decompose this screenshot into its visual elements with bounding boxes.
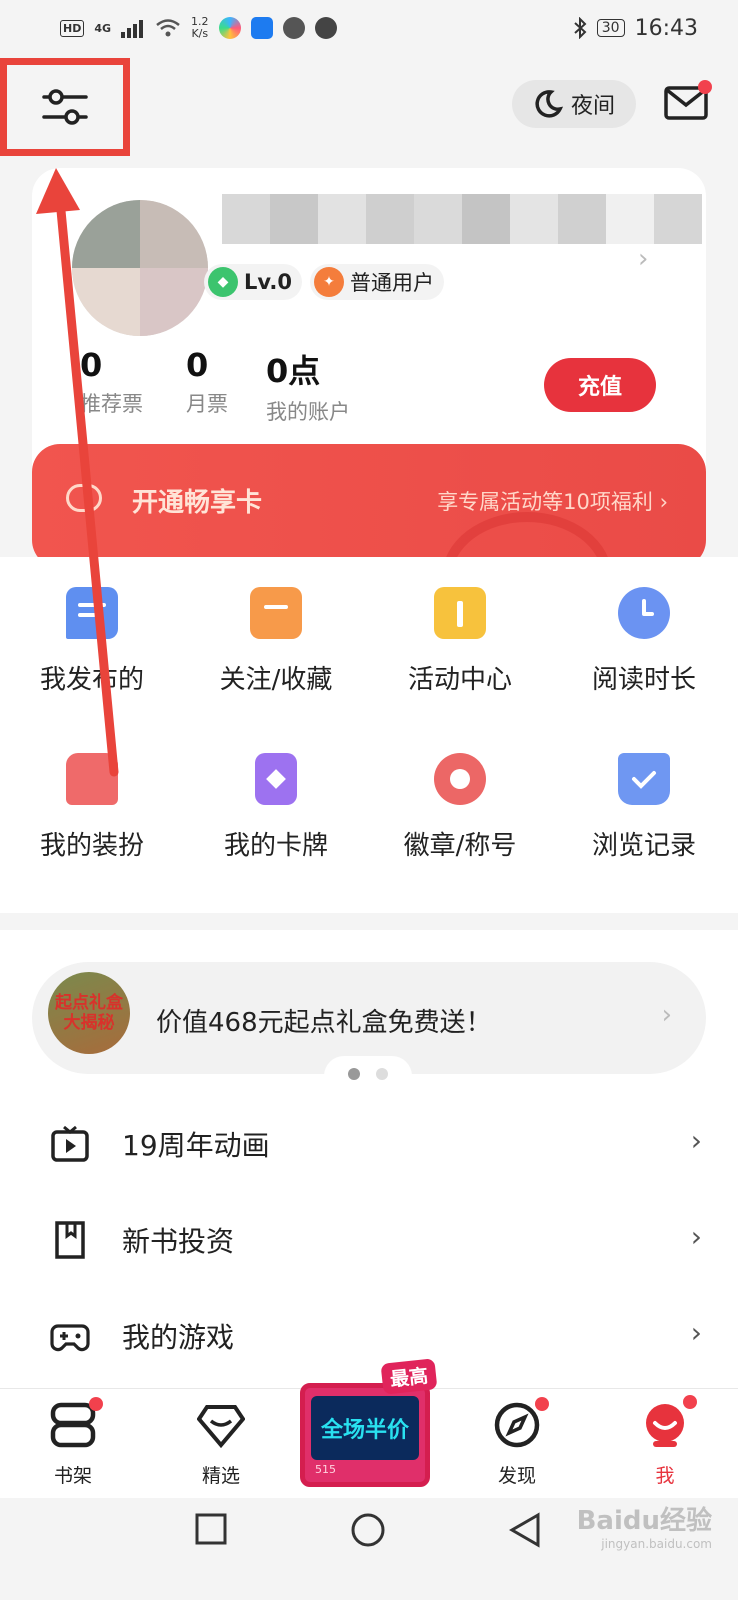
level-badge[interactable]: ◆ Lv.0 [204,264,302,300]
level-icon: ◆ [208,267,238,297]
recent-apps-icon[interactable] [194,1512,228,1546]
night-mode-label: 夜间 [570,94,615,119]
night-mode-button[interactable]: 夜间 [512,80,636,128]
app-icon-4 [314,17,337,39]
bookshelf-icon [49,1397,103,1449]
carousel-dots [324,1056,412,1096]
grid-item-my-outfit[interactable]: 我的装扮 [0,753,184,862]
stat-recommend-votes[interactable]: 0 推荐票 [80,346,143,418]
gift-icon [434,587,486,639]
card-icon [255,753,297,805]
grid-item-reading-time[interactable]: 阅读时长 [552,587,736,696]
list-item-new-book-investment[interactable]: 新书投资 › [0,1192,738,1288]
signal-icon [121,20,144,38]
nav-bookshelf[interactable]: 书架 [28,1397,118,1488]
baidu-watermark: Baidu经验 jingyan.baidu.com [576,1506,712,1551]
clock-icon [618,587,670,639]
carousel-dot[interactable] [376,1068,388,1080]
status-bar: HD 4G 1.2 K/s 30 16:43 [0,0,738,56]
list-item-anniversary-animation[interactable]: 19周年动画 › [0,1096,738,1192]
vip-description: 享专属活动等10项福利 › [437,490,668,514]
tv-promo-icon: 全场半价 515 [300,1383,430,1487]
medal-icon [434,753,486,805]
recharge-button[interactable]: 充值 [544,358,656,412]
nav-featured[interactable]: 精选 [176,1401,266,1488]
nav-badge [89,1397,103,1411]
menu-list-section: 起点礼盒 大揭秘 价值468元起点礼盒免费送！ › 19周年动画 › 新书投资 … [0,930,738,1420]
chat-bubble-icon [66,587,118,639]
folder-icon [250,587,302,639]
username-blurred [222,194,702,244]
nav-badge [535,1397,549,1411]
profile-face-icon [641,1395,697,1449]
profile-card[interactable]: ◆ Lv.0 ✦ 普通用户 › 0 推荐票 0 月票 0点 我的账户 充值 开通… [32,168,706,568]
bluetooth-icon [574,17,587,39]
user-type-icon: ✦ [314,267,344,297]
app-icon-3 [282,17,305,39]
tv-play-icon [51,1125,89,1162]
nav-me[interactable]: 我 [620,1395,710,1488]
vip-title: 开通畅享卡 [132,488,263,518]
half-price-promo-button[interactable]: 全场半价 515 最高 [300,1358,438,1493]
grid-item-activity-center[interactable]: 活动中心 [368,587,552,696]
mail-badge [698,80,712,94]
level-label: Lv.0 [244,270,292,294]
bottom-navigation: 书架 精选 全场半价 515 最高 发现 我 [0,1358,738,1498]
home-icon[interactable] [350,1512,386,1548]
clock-time: 16:43 [634,15,698,41]
chevron-right-icon: › [638,244,649,274]
tshirt-icon [66,753,118,805]
compass-icon [493,1397,549,1449]
grid-item-browse-history[interactable]: 浏览记录 [552,753,736,862]
grid-item-badges-titles[interactable]: 徽章/称号 [368,753,552,862]
network-type: 4G [94,21,112,35]
mail-button[interactable] [664,80,712,124]
chevron-right-icon: › [661,1000,672,1030]
app-icon-1 [218,17,241,39]
grid-item-my-cards[interactable]: 我的卡牌 [184,753,368,862]
vip-card-banner[interactable]: 开通畅享卡 享专属活动等10项福利 › [32,444,706,568]
moon-icon [535,90,563,118]
promo-tag: 最高 [380,1358,438,1395]
bookmark-check-icon [618,753,670,805]
battery-icon: 30 [596,19,625,37]
carousel-dot-active[interactable] [348,1068,360,1080]
avatar[interactable] [72,200,208,336]
nav-badge [683,1395,697,1409]
grid-item-follow-favorites[interactable]: 关注/收藏 [184,587,368,696]
nav-discover[interactable]: 发现 [472,1397,562,1488]
app-icon-2 [250,17,273,39]
wifi-icon [156,19,180,37]
settings-filter-button[interactable] [0,58,130,156]
gamepad-icon [50,1324,90,1352]
user-type-label: 普通用户 [350,271,434,295]
net-speed: 1.2 K/s [191,15,209,40]
chevron-right-icon: › [690,1124,702,1157]
stat-monthly-votes[interactable]: 0 月票 [186,346,228,418]
vip-eye-icon [66,484,102,512]
hd-indicator: HD [60,19,85,37]
diamond-icon [196,1401,246,1449]
back-icon[interactable] [508,1512,542,1548]
bookmark-icon [55,1221,85,1259]
chevron-right-icon: › [690,1316,702,1349]
stat-my-account[interactable]: 0点 我的账户 [266,346,350,426]
user-type-badge[interactable]: ✦ 普通用户 [310,264,444,300]
grid-item-my-posts[interactable]: 我发布的 [0,587,184,696]
promo-text: 价值468元起点礼盒免费送！ [156,1008,492,1038]
sliders-icon [42,89,88,125]
promo-thumbnail: 起点礼盒 大揭秘 [48,972,130,1054]
chevron-right-icon: › [690,1220,702,1253]
feature-grid: 我发布的 关注/收藏 活动中心 阅读时长 我的装扮 我的卡牌 徽章/称号 浏览记… [0,557,738,913]
